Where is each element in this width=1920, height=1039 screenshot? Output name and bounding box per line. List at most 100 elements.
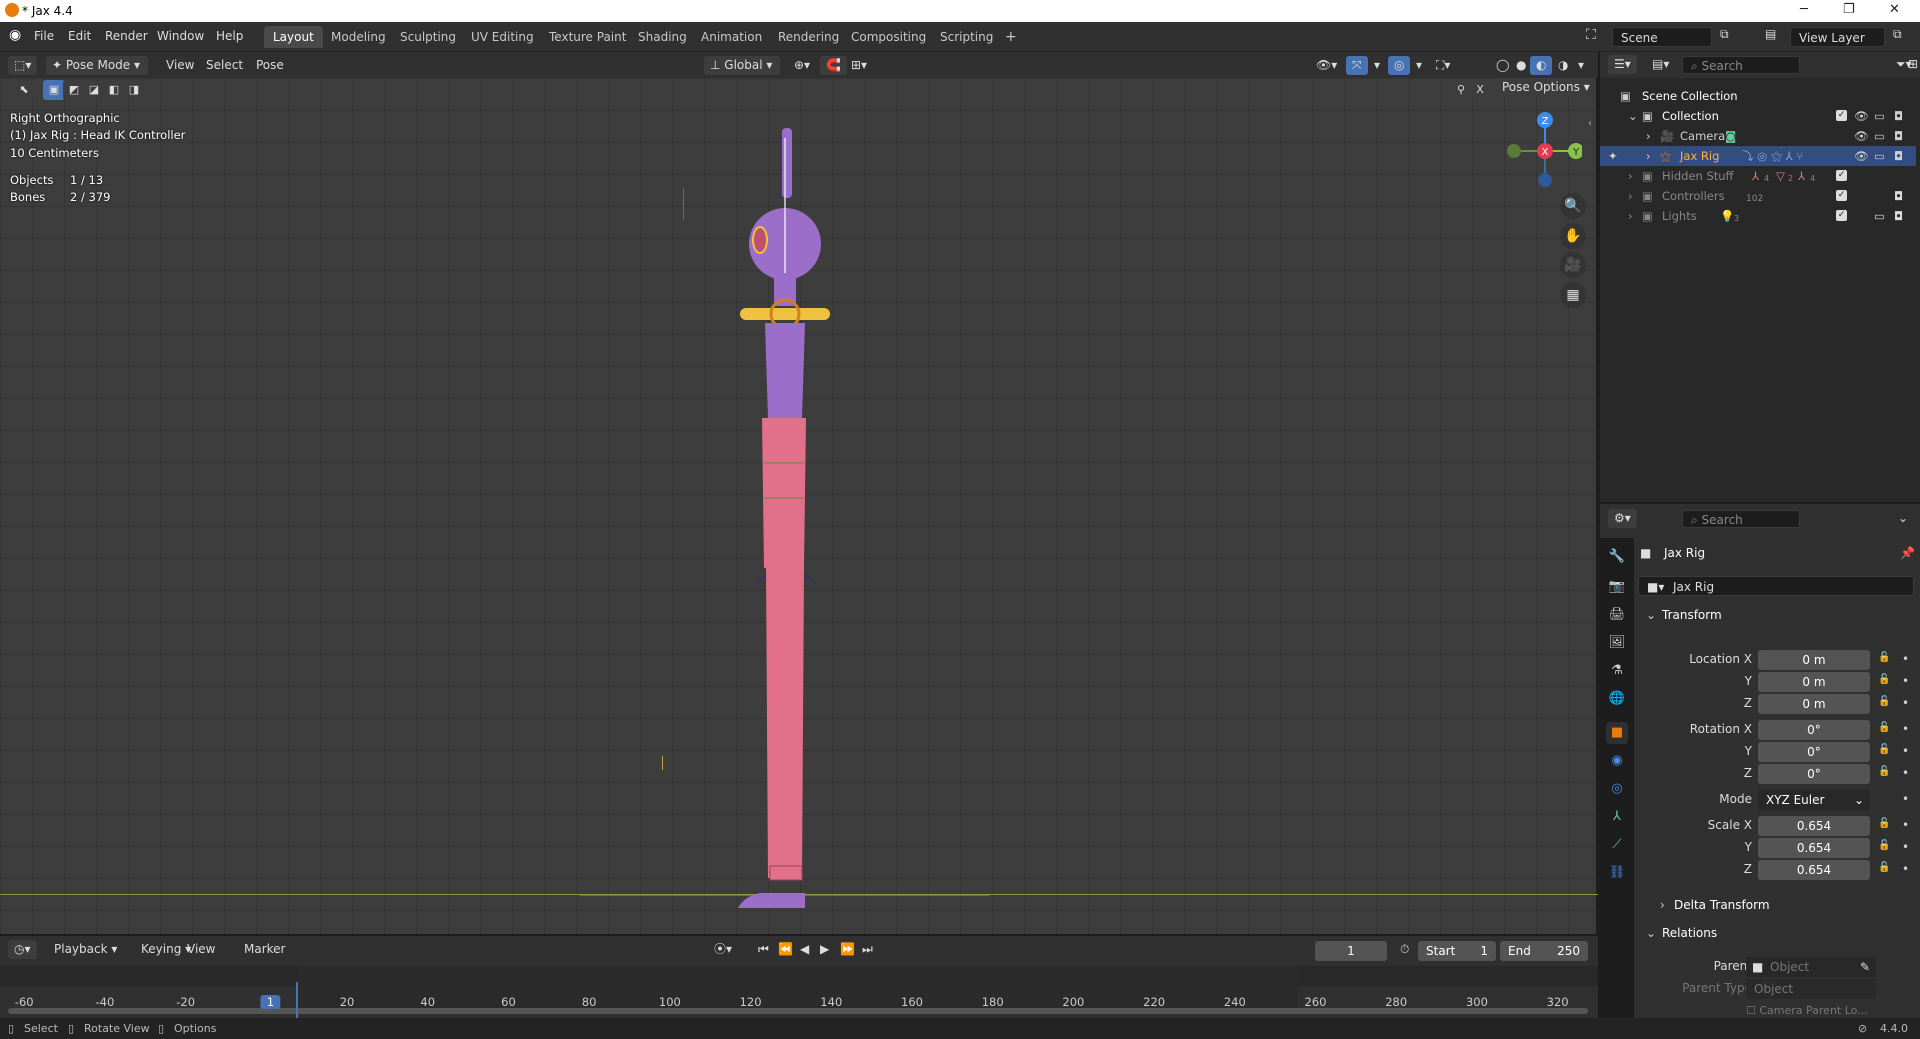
tab-texture-paint[interactable]: Texture Paint <box>540 26 635 48</box>
outliner-item-lights[interactable]: › ▣ Lights 💡 3 ✓ ▭ ◘ <box>1600 206 1916 226</box>
bone-tab-icon[interactable]: ⟋ <box>1606 834 1628 856</box>
menu-file[interactable]: File <box>34 29 54 43</box>
mode-selector[interactable]: ✦ Pose Mode ▾ <box>46 56 148 75</box>
shading-dropdown-icon[interactable]: ▾ <box>1572 56 1590 75</box>
new-collection-icon[interactable]: ⊞ <box>1902 55 1920 74</box>
viewport-monitor-icon[interactable]: ▭ <box>1874 126 1885 146</box>
tab-shading[interactable]: Shading <box>629 26 696 48</box>
rotation-z-field[interactable]: 0° <box>1758 764 1870 784</box>
xray-icon[interactable]: ⛶▾ <box>1430 56 1456 75</box>
clock-icon[interactable]: ⏱ <box>1394 940 1415 959</box>
new-view-layer-icon[interactable]: ⧉ <box>1893 27 1902 42</box>
outliner-item-collection[interactable]: ⌄ ▣ Collection ✓ 👁 ▭ ◘ <box>1600 106 1916 126</box>
restore-button[interactable]: ❐ <box>1843 2 1855 17</box>
display-mode-icon[interactable]: ▤▾ <box>1646 55 1675 74</box>
bone-constraints-tab-icon[interactable]: ⛓ <box>1606 862 1628 884</box>
select-subtract-icon[interactable]: ◪ <box>83 80 105 100</box>
outliner-scene-collection[interactable]: ▣ Scene Collection <box>1600 86 1916 106</box>
menu-render[interactable]: Render <box>105 29 148 43</box>
location-z-field[interactable]: 0 m <box>1758 694 1870 714</box>
jump-end-icon[interactable]: ⏭ <box>856 940 879 959</box>
outliner-item-jax-rig[interactable]: ✦ › ⚝ Jax Rig ⤵ ◎ ⚝ ⅄ ⑂ 👁 ▭ ◘ <box>1600 146 1916 166</box>
pan-hand-icon[interactable]: ✋ <box>1560 223 1586 249</box>
visibility-eye-icon[interactable]: 👁 <box>1854 126 1869 146</box>
render-camera-icon[interactable]: ◘ <box>1894 206 1903 226</box>
pose-options-button[interactable]: Pose Options ▾ <box>1496 78 1596 97</box>
scene-icon[interactable]: ⛶ <box>1586 27 1596 43</box>
render-camera-icon[interactable]: ◘ <box>1894 186 1903 206</box>
overlays-toggle-icon[interactable]: ◎ <box>1388 56 1411 75</box>
tab-uv-editing[interactable]: UV Editing <box>462 26 543 48</box>
render-camera-icon[interactable]: ◘ <box>1894 106 1903 126</box>
chevron-down-icon[interactable]: ⌄ <box>1646 608 1656 622</box>
lock-icon[interactable]: 🔓 <box>1878 862 1890 873</box>
selectability-icon[interactable]: 👁▾ <box>1310 56 1343 75</box>
rotation-y-field[interactable]: 0° <box>1758 742 1870 762</box>
lock-icon[interactable]: 🔓 <box>1878 840 1890 851</box>
snap-settings-icon[interactable]: ⊞▾ <box>845 56 873 75</box>
viewport-monitor-icon[interactable]: ▭ <box>1874 146 1885 166</box>
menu-pose[interactable]: Pose <box>250 56 290 75</box>
select-invert-icon[interactable]: ◧ <box>103 80 125 100</box>
play-icon[interactable]: ▶ <box>814 940 835 959</box>
keyframe-dot-icon[interactable]: • <box>1902 696 1909 710</box>
keyframe-dot-icon[interactable]: • <box>1902 744 1909 758</box>
character-model[interactable] <box>720 118 850 908</box>
keyframe-dot-icon[interactable]: • <box>1902 862 1909 876</box>
select-new-icon[interactable]: ▣ <box>43 80 65 100</box>
scale-z-field[interactable]: 0.654 <box>1758 860 1870 880</box>
play-reverse-icon[interactable]: ◀ <box>794 940 815 959</box>
lock-icon[interactable]: 🔓 <box>1878 696 1890 707</box>
menu-help[interactable]: Help <box>216 29 243 43</box>
chevron-right-icon[interactable]: › <box>1646 126 1651 146</box>
menu-edit[interactable]: Edit <box>68 29 91 43</box>
parent-field[interactable]: ■ Object ✎ <box>1746 957 1876 977</box>
output-tab-icon[interactable]: 🖨 <box>1606 604 1628 626</box>
chevron-right-icon[interactable]: › <box>1646 146 1651 166</box>
tab-scripting[interactable]: Scripting <box>931 26 1002 48</box>
tab-compositing[interactable]: Compositing <box>842 26 935 48</box>
menu-window[interactable]: Window <box>157 29 204 43</box>
eyedropper-icon[interactable]: ✎ <box>1860 957 1870 977</box>
keyframe-dot-icon[interactable]: • <box>1902 766 1909 780</box>
world-tab-icon[interactable]: 🌐 <box>1606 688 1628 710</box>
view-layer-selector[interactable]: View Layer <box>1790 27 1885 47</box>
lock-icon[interactable]: 🔓 <box>1878 744 1890 755</box>
tab-animation[interactable]: Animation <box>692 26 771 48</box>
chevron-right-icon[interactable]: › <box>1628 186 1633 206</box>
location-x-field[interactable]: 0 m <box>1758 650 1870 670</box>
lock-icon[interactable]: 🔓 <box>1878 674 1890 685</box>
properties-options-icon[interactable]: ⌄ <box>1892 509 1914 528</box>
chevron-down-icon[interactable]: ⌄ <box>1646 926 1656 940</box>
timeline-menu-view[interactable]: View <box>181 940 221 959</box>
new-scene-icon[interactable]: ⧉ <box>1720 27 1729 42</box>
outliner-item-camera[interactable]: › 🎥 Camera ◙ 👁 ▭ ◘ <box>1600 126 1916 146</box>
menu-select[interactable]: Select <box>200 56 249 75</box>
lock-icon[interactable]: 🔓 <box>1878 766 1890 777</box>
object-tab-icon[interactable]: ■ <box>1606 722 1628 744</box>
lights-checkbox[interactable]: ✓ <box>1836 210 1847 221</box>
lock-icon[interactable]: 🔓 <box>1878 652 1890 663</box>
menu-view[interactable]: View <box>160 56 200 75</box>
head-ik-controller[interactable] <box>740 308 830 320</box>
delta-transform-panel-header[interactable]: Delta Transform <box>1674 898 1770 912</box>
physics-tab-icon[interactable]: ◎ <box>1606 778 1628 800</box>
rotation-x-field[interactable]: 0° <box>1758 720 1870 740</box>
editor-type-icon[interactable]: ⬚▾ <box>8 56 38 75</box>
timeline-editor-type-icon[interactable]: ◷▾ <box>8 940 37 959</box>
keyframe-dot-icon[interactable]: • <box>1902 792 1909 806</box>
timeline-menu-marker[interactable]: Marker <box>238 940 291 959</box>
scale-x-field[interactable]: 0.654 <box>1758 816 1870 836</box>
keyframe-dot-icon[interactable]: • <box>1902 722 1909 736</box>
tab-rendering[interactable]: Rendering <box>769 26 848 48</box>
keyframe-dot-icon[interactable]: • <box>1902 840 1909 854</box>
chevron-right-icon[interactable]: › <box>1660 898 1665 912</box>
scale-y-field[interactable]: 0.654 <box>1758 838 1870 858</box>
location-y-field[interactable]: 0 m <box>1758 672 1870 692</box>
keyframe-dot-icon[interactable]: • <box>1902 674 1909 688</box>
view-layer-tab-icon[interactable]: 🖼 <box>1606 632 1628 654</box>
camera-view-icon[interactable]: 🎥 <box>1560 252 1586 278</box>
modifiers-tab-icon[interactable]: ◉ <box>1606 750 1628 772</box>
end-frame-field[interactable]: End 250 <box>1500 941 1588 961</box>
viewport-monitor-icon[interactable]: ▭ <box>1874 106 1885 126</box>
